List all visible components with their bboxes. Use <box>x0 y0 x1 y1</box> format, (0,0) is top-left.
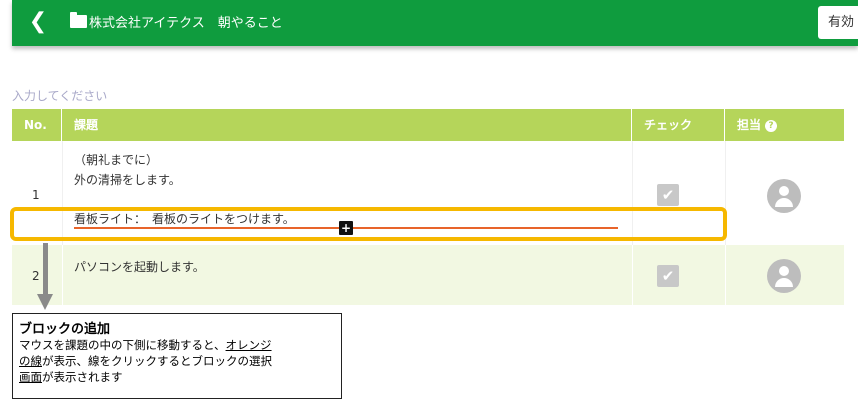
avatar-icon[interactable] <box>767 179 801 213</box>
app-header: ❮ 株式会社アイテクス 朝やること 有効 <box>12 0 858 46</box>
callout-text-part: が表示されます <box>42 370 123 384</box>
column-divider <box>62 245 63 305</box>
callout-text-part: マウスを課題の中の下側に移動すると、 <box>19 338 226 352</box>
page-title: 株式会社アイテクス 朝やること <box>89 16 283 31</box>
callout-box: ブロックの追加 マウスを課題の中の下側に移動すると、オレンジの線が表示、線をクリ… <box>12 313 342 399</box>
chevron-left-icon[interactable]: ❮ <box>26 8 50 36</box>
folder-icon <box>70 12 87 28</box>
callout-title: ブロックの追加 <box>19 322 111 337</box>
column-divider <box>725 245 726 305</box>
highlight-frame <box>10 207 727 241</box>
row-number: 1 <box>32 188 40 202</box>
callout-text-part: が表示、線をクリックするとブロックの選択 <box>42 354 272 368</box>
task-text-line[interactable]: （朝礼までに） <box>74 151 158 168</box>
task-text-line[interactable]: パソコンを起動します。 <box>74 258 205 275</box>
callout-underlined-text: 画面 <box>19 370 42 384</box>
row-number: 2 <box>32 269 40 283</box>
column-header-check: チェック <box>632 109 725 141</box>
check-icon[interactable]: ✔ <box>657 265 679 287</box>
table-row[interactable]: 2 パソコンを起動します。 ✔ <box>12 245 844 305</box>
add-block-icon[interactable]: + <box>339 221 353 235</box>
column-header-person-label: 担当 <box>737 118 762 132</box>
input-placeholder[interactable]: 入力してください <box>12 87 107 104</box>
callout-underlined-text: オレンジ <box>225 338 272 352</box>
column-header-person: 担当? <box>725 109 844 141</box>
valid-button[interactable]: 有効 <box>818 6 858 39</box>
callout-underlined-text: の線 <box>19 354 42 368</box>
check-icon[interactable]: ✔ <box>657 184 679 206</box>
column-header-task: 課題 <box>62 109 632 141</box>
help-icon[interactable]: ? <box>765 120 778 132</box>
callout-text: マウスを課題の中の下側に移動すると、オレンジの線が表示、線をクリックするとブロッ… <box>19 337 335 385</box>
table-header: No. 課題 チェック 担当? <box>12 109 844 141</box>
column-header-no: No. <box>12 109 62 141</box>
arrow-head-icon <box>37 294 53 310</box>
arrow-down-icon <box>43 243 48 295</box>
avatar-icon[interactable] <box>767 259 801 293</box>
column-divider <box>632 245 633 305</box>
task-text-line[interactable]: 外の清掃をします。 <box>74 171 181 188</box>
